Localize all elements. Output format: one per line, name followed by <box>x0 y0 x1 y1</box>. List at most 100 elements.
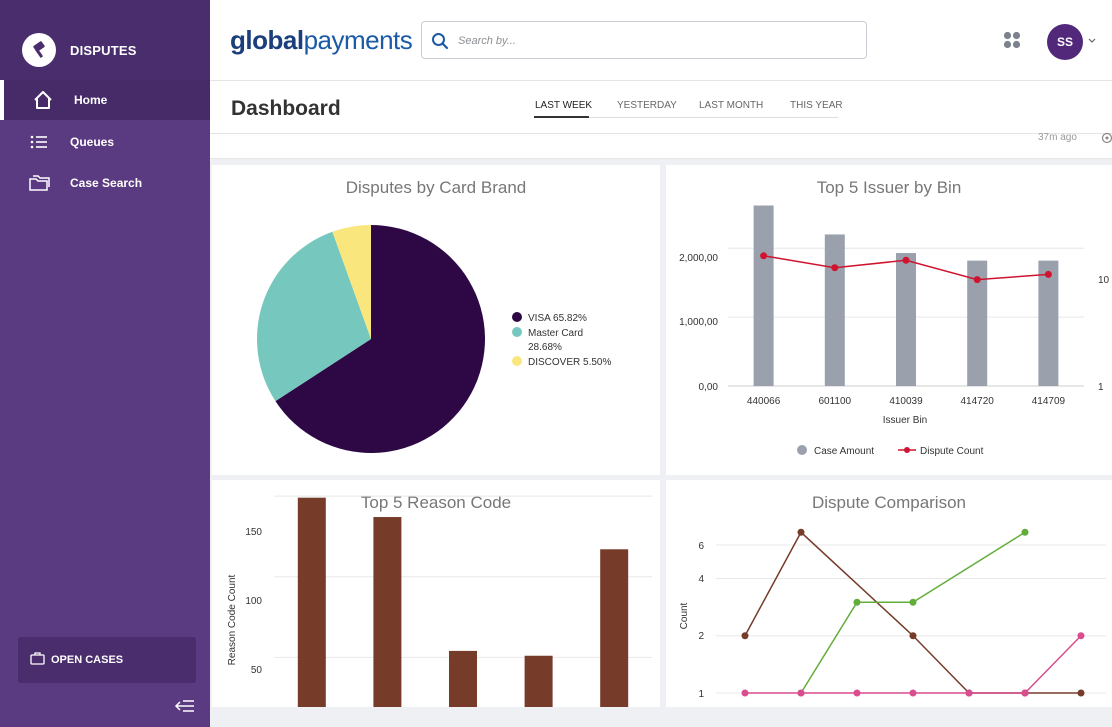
tab-last-month[interactable]: LAST MONTH <box>699 100 763 111</box>
point-series-pink[interactable] <box>909 689 917 697</box>
y-tick-label: 2,000,00 <box>679 253 718 264</box>
bar-reason-code[interactable] <box>524 655 553 707</box>
bar-reason-code[interactable] <box>449 650 477 707</box>
y-tick-label: 150 <box>245 527 262 538</box>
bar-reason-code[interactable] <box>600 549 629 707</box>
issuer-bar-chart: 2,000,00 1,000,00 0,00 10 1 440066 601100… <box>679 205 1110 457</box>
y-tick-label: 2 <box>698 631 704 642</box>
tab-last-week[interactable]: LAST WEEK <box>535 100 592 111</box>
point-series-pink[interactable] <box>741 689 749 697</box>
refresh-strip: 37m ago <box>210 131 1112 159</box>
top-bar: globalpayments SS <box>210 0 1112 81</box>
bottom-bar <box>210 707 1112 727</box>
bar-case-amount[interactable] <box>824 234 845 386</box>
dashboard-header: Dashboard LAST WEEK YESTERDAY LAST MONTH… <box>210 81 1112 134</box>
reason-code-bar-chart: 150 100 50 Reason Code Count <box>227 495 652 707</box>
point-dispute-count[interactable] <box>831 264 839 272</box>
legend-mastercard[interactable]: Master Card <box>528 328 583 339</box>
search-box <box>421 21 867 59</box>
user-avatar[interactable]: SS <box>1047 24 1083 60</box>
x-tick-label: 414720 <box>961 396 995 407</box>
brand-logo[interactable]: globalpayments <box>230 25 413 56</box>
right-tick-label: 1 <box>1098 382 1104 393</box>
point-dispute-count[interactable] <box>973 276 981 284</box>
point-series-brown[interactable] <box>797 528 805 536</box>
line-series-pink <box>745 635 1082 694</box>
y-axis-label: Count <box>679 602 690 629</box>
chevron-down-icon[interactable] <box>1088 38 1096 44</box>
tab-yesterday[interactable]: YESTERDAY <box>617 100 677 111</box>
active-tab-indicator <box>534 116 589 118</box>
legend-swatch-visa <box>512 312 522 322</box>
search-icon[interactable] <box>431 32 449 50</box>
point-dispute-count[interactable] <box>902 256 910 264</box>
point-series-green[interactable] <box>909 598 917 606</box>
bar-case-amount[interactable] <box>896 253 916 386</box>
sidebar-item-case-search[interactable]: Case Search <box>0 163 210 203</box>
list-icon <box>30 135 47 149</box>
line-series-green <box>800 531 1026 694</box>
dispute-comparison-line-chart: 6 4 2 1 Count <box>679 528 1106 700</box>
open-cases-label: OPEN CASES <box>51 654 124 666</box>
y-tick-label: 0,00 <box>699 382 719 393</box>
top-reason-code-card: Top 5 Reason Code 150 100 50 Reason Code… <box>212 480 660 707</box>
legend-mastercard-pct: 28.68% <box>528 342 562 353</box>
legend-swatch-dispute-count <box>904 447 910 453</box>
tab-this-year[interactable]: THIS YEAR <box>790 100 843 111</box>
open-cases-button[interactable]: OPEN CASES <box>18 637 196 683</box>
point-series-pink[interactable] <box>1021 689 1029 697</box>
point-series-brown[interactable] <box>1077 689 1085 697</box>
point-series-brown[interactable] <box>741 632 749 640</box>
y-tick-label: 100 <box>245 596 262 607</box>
search-input[interactable] <box>456 31 860 51</box>
point-dispute-count[interactable] <box>760 252 768 260</box>
y-tick-label: 6 <box>698 541 704 552</box>
refresh-icon[interactable] <box>1100 131 1112 145</box>
pie-chart: VISA 65.82% Master Card 28.68% DISCOVER … <box>257 225 611 453</box>
sidebar-item-home[interactable]: Home <box>0 80 210 120</box>
bar-case-amount[interactable] <box>1038 260 1059 386</box>
folders-icon <box>29 175 50 191</box>
sidebar-item-label: Case Search <box>70 176 143 190</box>
legend-swatch-discover <box>512 356 522 366</box>
disputes-by-card-brand-card: Disputes by Card Brand VISA 65.82% Maste… <box>212 165 660 475</box>
bar-reason-code[interactable] <box>373 517 402 707</box>
x-tick-label: 414709 <box>1032 396 1066 407</box>
sidebar-item-queues[interactable]: Queues <box>0 122 210 162</box>
line-series-brown <box>744 531 1081 694</box>
y-tick-label: 1,000,00 <box>679 317 718 328</box>
collapse-sidebar-icon[interactable] <box>174 697 196 715</box>
legend-discover[interactable]: DISCOVER 5.50% <box>528 357 611 368</box>
legend-swatch-case-amount <box>797 445 807 455</box>
x-tick-label: 601100 <box>818 396 851 407</box>
legend-case-amount[interactable]: Case Amount <box>814 446 874 457</box>
legend-visa[interactable]: VISA 65.82% <box>528 313 587 324</box>
home-icon <box>34 91 52 109</box>
point-series-pink[interactable] <box>797 689 805 697</box>
sidebar: DISPUTES Home Queues Case Search OPEN CA… <box>0 0 210 727</box>
bar-case-amount[interactable] <box>753 205 774 386</box>
apps-grid-icon[interactable] <box>1003 31 1021 49</box>
y-tick-label: 50 <box>251 665 263 676</box>
y-tick-label: 1 <box>698 689 704 700</box>
point-series-green[interactable] <box>853 598 861 606</box>
bar-reason-code[interactable] <box>297 497 326 707</box>
point-dispute-count[interactable] <box>1044 270 1052 278</box>
point-series-pink[interactable] <box>1077 632 1085 640</box>
x-tick-label: 410039 <box>889 396 923 407</box>
right-tick-label: 10 <box>1098 275 1110 286</box>
y-tick-label: 4 <box>698 574 704 585</box>
top-issuer-by-bin-card: Top 5 Issuer by Bin 2,000,00 1,000,00 0,… <box>666 165 1112 475</box>
last-updated-text: 37m ago <box>1038 132 1077 143</box>
legend-dispute-count[interactable]: Dispute Count <box>920 446 984 457</box>
y-axis-label: Reason Code Count <box>227 574 238 665</box>
point-series-pink[interactable] <box>853 689 861 697</box>
sidebar-header: DISPUTES <box>0 0 210 80</box>
point-series-green[interactable] <box>1021 528 1029 536</box>
point-series-brown[interactable] <box>909 632 917 640</box>
sidebar-item-label: Queues <box>70 135 115 149</box>
point-series-pink[interactable] <box>965 689 973 697</box>
legend-swatch-mastercard <box>512 327 522 337</box>
sidebar-item-label: Home <box>74 93 108 107</box>
dispute-comparison-card: Dispute Comparison 6 4 2 1 Count <box>666 480 1112 707</box>
